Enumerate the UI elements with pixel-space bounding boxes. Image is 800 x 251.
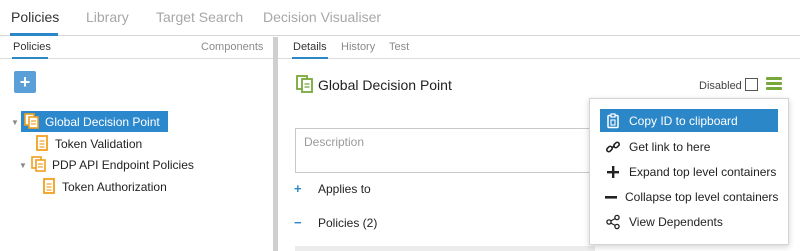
subtab-policies[interactable]: Policies bbox=[13, 41, 51, 53]
section-label: Policies (2) bbox=[318, 215, 378, 230]
expand-plus-icon[interactable]: + bbox=[294, 181, 318, 196]
policies-list-header bbox=[295, 246, 595, 251]
top-navigation: Policies Library Target Search Decision … bbox=[0, 0, 800, 36]
context-menu: Copy ID to clipboard Get link to here Ex… bbox=[589, 98, 789, 245]
right-subtab-indicator bbox=[292, 57, 328, 59]
add-button[interactable]: + bbox=[14, 71, 36, 93]
policy-icon bbox=[41, 178, 57, 195]
menu-item-label: Copy ID to clipboard bbox=[629, 113, 738, 128]
policy-tree-panel: Policies Components + ▼ Global Decision … bbox=[0, 37, 273, 251]
policy-icon bbox=[34, 135, 50, 152]
section-label: Applies to bbox=[318, 181, 371, 196]
tree-item-global-decision-point[interactable]: Global Decision Point bbox=[21, 111, 168, 132]
hamburger-menu-icon[interactable] bbox=[766, 77, 782, 91]
subtab-test[interactable]: Test bbox=[389, 41, 409, 53]
minus-icon bbox=[605, 189, 617, 205]
tree-item-token-validation[interactable]: Token Validation bbox=[34, 133, 142, 154]
description-input[interactable] bbox=[296, 129, 594, 155]
subtab-history[interactable]: History bbox=[341, 41, 375, 53]
section-applies-to[interactable]: + Applies to bbox=[294, 181, 371, 196]
menu-item-collapse-top-level[interactable]: Collapse top level containers bbox=[600, 185, 778, 208]
right-subtabs: Details History Test bbox=[278, 37, 800, 59]
tab-policies[interactable]: Policies bbox=[11, 9, 59, 25]
plus-icon bbox=[605, 164, 621, 180]
policy-set-icon bbox=[24, 113, 40, 130]
tree-item-label: PDP API Endpoint Policies bbox=[52, 157, 194, 172]
subtab-details[interactable]: Details bbox=[293, 41, 327, 53]
collapse-minus-icon[interactable]: − bbox=[294, 215, 318, 230]
tab-decision-visualiser[interactable]: Decision Visualiser bbox=[263, 9, 381, 25]
section-policies[interactable]: − Policies (2) bbox=[294, 215, 377, 230]
disabled-checkbox[interactable] bbox=[745, 78, 758, 91]
title-text: Global Decision Point bbox=[318, 76, 452, 93]
menu-item-label: Expand top level containers bbox=[629, 164, 777, 179]
subtab-components[interactable]: Components bbox=[201, 41, 263, 53]
menu-item-view-dependents[interactable]: View Dependents bbox=[600, 210, 778, 233]
active-tab-indicator bbox=[10, 33, 58, 36]
menu-item-label: View Dependents bbox=[629, 214, 723, 229]
menu-item-expand-top-level[interactable]: Expand top level containers bbox=[600, 160, 778, 183]
menu-item-copy-id[interactable]: Copy ID to clipboard bbox=[600, 109, 778, 132]
policy-set-green-icon bbox=[296, 75, 314, 94]
expand-toggle-icon[interactable]: ▼ bbox=[19, 161, 27, 170]
menu-item-get-link[interactable]: Get link to here bbox=[600, 135, 778, 158]
page-title: Global Decision Point bbox=[296, 75, 452, 94]
tree-item-pdp-api-endpoint-policies[interactable]: PDP API Endpoint Policies bbox=[31, 154, 194, 175]
left-subtabs: Policies Components bbox=[0, 37, 273, 59]
share-icon bbox=[605, 214, 621, 230]
disabled-label: Disabled bbox=[699, 80, 742, 92]
left-subtab-indicator bbox=[12, 57, 48, 59]
tree-item-token-authorization[interactable]: Token Authorization bbox=[41, 176, 167, 197]
menu-item-label: Collapse top level containers bbox=[625, 189, 779, 204]
tab-target-search[interactable]: Target Search bbox=[156, 9, 243, 25]
policy-set-icon bbox=[31, 156, 47, 173]
clipboard-icon bbox=[605, 112, 621, 129]
expand-toggle-icon[interactable]: ▼ bbox=[11, 118, 19, 127]
link-icon bbox=[605, 139, 621, 155]
tree-item-label: Token Authorization bbox=[62, 179, 167, 194]
menu-item-label: Get link to here bbox=[629, 139, 711, 154]
tree-item-label: Global Decision Point bbox=[45, 114, 160, 129]
tab-library[interactable]: Library bbox=[86, 9, 129, 25]
description-field[interactable] bbox=[295, 128, 595, 173]
tree-item-label: Token Validation bbox=[55, 136, 143, 151]
